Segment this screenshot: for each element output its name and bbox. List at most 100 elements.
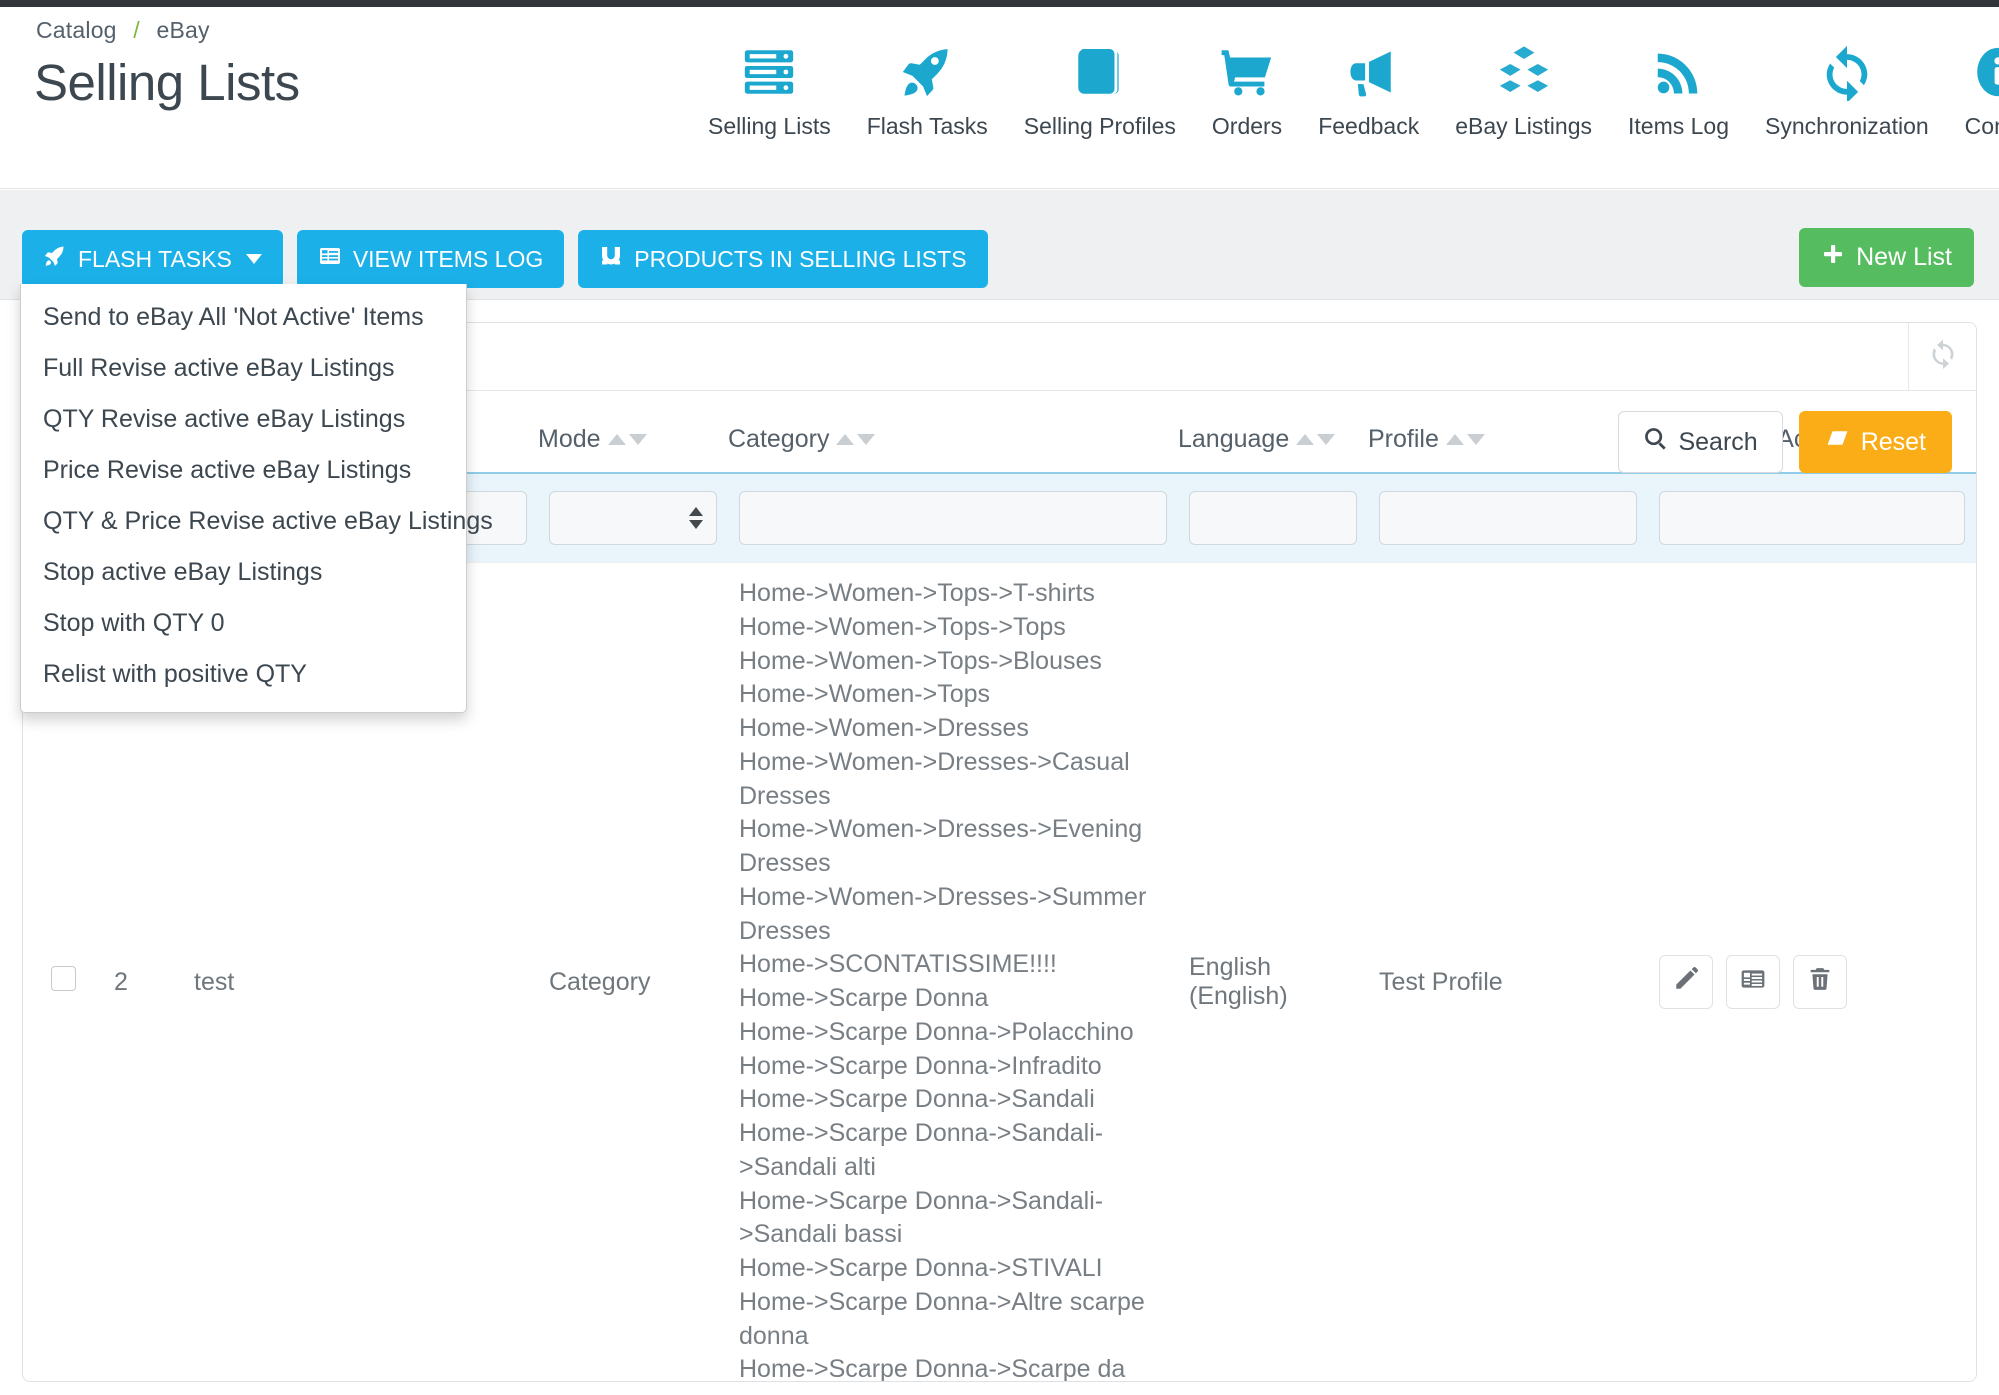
category-path: Home->Scarpe Donna->Infradito (739, 1051, 1102, 1080)
filter-category-input[interactable] (739, 491, 1167, 545)
info-circle-icon (1969, 37, 1999, 107)
breadcrumb-current[interactable]: eBay (156, 17, 209, 43)
category-path: Home->Women->Tops (739, 680, 991, 709)
nav-item-selling-profiles[interactable]: Selling Profiles (1006, 37, 1194, 140)
list-items-icon (1740, 966, 1766, 999)
menu-item-qty-price-revise[interactable]: QTY & Price Revise active eBay Listings (21, 496, 493, 547)
products-in-selling-lists-label: PRODUCTS IN SELLING LISTS (634, 245, 967, 272)
category-path: Home->Scarpe Donna->Sandali (739, 1085, 1095, 1114)
menu-item-full-revise[interactable]: Full Revise active eBay Listings (21, 343, 466, 394)
breadcrumb-separator: / (133, 17, 140, 43)
book-icon (1071, 37, 1129, 107)
category-path: Home->Scarpe Donna->Scarpe da (739, 1355, 1126, 1382)
menu-item-stop-with-qty-0[interactable]: Stop with QTY 0 (21, 598, 466, 649)
view-items-log-button[interactable]: VIEW ITEMS LOG (296, 230, 565, 288)
category-paths: Home->Women->Tops->T-shirts Home->Women-… (739, 577, 1167, 1382)
sort-arrows-icon[interactable] (836, 434, 876, 445)
column-header-profile[interactable]: Profile (1368, 391, 1648, 473)
nav-label: eBay Listings (1455, 113, 1593, 139)
category-path: Home->Scarpe Donna->Polacchino (739, 1017, 1134, 1046)
nav-item-orders[interactable]: Orders (1194, 37, 1300, 140)
filter-mode-select[interactable] (549, 491, 717, 545)
reset-label: Reset (1860, 427, 1926, 456)
nav-label: Synchronization (1765, 113, 1929, 139)
column-header-language[interactable]: Language (1178, 391, 1368, 473)
filter-language-input[interactable] (1189, 491, 1357, 545)
sort-arrows-icon[interactable] (1296, 434, 1336, 445)
reset-button[interactable]: Reset (1798, 411, 1952, 473)
column-label: Category (728, 425, 830, 453)
server-list-icon (740, 37, 798, 107)
nav-label: Selling Lists (708, 113, 831, 139)
flash-tasks-button[interactable]: FLASH TASKS (22, 230, 283, 288)
eraser-icon (1825, 426, 1850, 458)
refresh-button[interactable] (1908, 323, 1976, 390)
rss-icon (1650, 37, 1708, 107)
nav-item-config[interactable]: Config (1947, 37, 1999, 140)
sync-icon (1818, 37, 1876, 107)
row-language: English (English) (1189, 953, 1288, 1010)
breadcrumb: Catalog / eBay (36, 17, 210, 44)
nav-label: Config (1964, 113, 1999, 139)
category-path: Home->Women->Dresses->Casual Dresses (739, 747, 1130, 810)
main-navigation: Selling Lists Flash Tasks Selling Profil… (690, 37, 1999, 140)
new-list-button[interactable]: New List (1799, 228, 1974, 287)
category-path: Home->Scarpe Donna (739, 984, 989, 1012)
rocket-icon (898, 37, 956, 107)
view-row-items-button[interactable] (1726, 955, 1780, 1009)
page-title: Selling Lists (34, 54, 300, 111)
row-checkbox[interactable] (50, 966, 76, 991)
column-label: Profile (1368, 425, 1439, 453)
page-header: Catalog / eBay Selling Lists Selling Lis… (0, 7, 1999, 189)
products-in-selling-lists-button[interactable]: PRODUCTS IN SELLING LISTS (578, 230, 988, 288)
chevron-down-icon (245, 254, 262, 264)
list-icon (318, 244, 342, 274)
search-actions: Search Reset (1618, 411, 1952, 473)
filter-cell-profile (1368, 472, 1648, 563)
nav-item-ebay-listings[interactable]: eBay Listings (1437, 37, 1610, 140)
category-path: Home->Women->Tops->Blouses (739, 646, 1102, 675)
row-mode: Category (549, 967, 651, 996)
column-label: Mode (538, 425, 601, 453)
nav-item-selling-lists[interactable]: Selling Lists (690, 37, 849, 140)
category-path: Home->Women->Tops->Tops (739, 612, 1066, 641)
search-button[interactable]: Search (1618, 411, 1783, 473)
row-category-list: Home->Women->Tops->T-shirts Home->Women-… (728, 563, 1178, 1382)
new-list-label: New List (1856, 243, 1952, 271)
delete-icon (1807, 966, 1833, 999)
menu-item-send-to-ebay-not-active[interactable]: Send to eBay All 'Not Active' Items (21, 292, 466, 343)
category-path: Home->Scarpe Donna->Altre scarpe donna (739, 1287, 1145, 1350)
plus-icon (1821, 242, 1845, 273)
magnet-icon (599, 244, 623, 274)
delete-row-button[interactable] (1793, 955, 1847, 1009)
menu-item-stop-active[interactable]: Stop active eBay Listings (21, 547, 466, 598)
sort-arrows-icon[interactable] (1445, 434, 1485, 445)
category-path: Home->SCONTATISSIME!!!! (739, 950, 1057, 979)
nav-label: Flash Tasks (866, 113, 988, 139)
filter-cell-action (1648, 472, 1976, 563)
sort-arrows-icon[interactable] (607, 434, 647, 445)
flash-tasks-label: FLASH TASKS (78, 245, 232, 272)
column-header-category[interactable]: Category (728, 391, 1178, 473)
menu-item-qty-revise[interactable]: QTY Revise active eBay Listings (21, 394, 466, 445)
row-actions (1648, 563, 1976, 1382)
category-path: Home->Scarpe Donna->Sandali->Sandali bas… (739, 1186, 1104, 1249)
menu-item-price-revise[interactable]: Price Revise active eBay Listings (21, 445, 466, 496)
nav-item-synchronization[interactable]: Synchronization (1747, 37, 1947, 140)
search-label: Search (1678, 427, 1758, 456)
edit-row-button[interactable] (1659, 955, 1713, 1009)
filter-cell-language (1178, 472, 1368, 563)
toolbar-right-group: New List (1799, 228, 1974, 287)
menu-item-relist-positive-qty[interactable]: Relist with positive QTY (21, 649, 466, 700)
toolbar-left-group: FLASH TASKS VIEW ITEMS LOG PRODUCTS IN S… (22, 230, 988, 288)
nav-label: Selling Profiles (1023, 113, 1176, 139)
category-path: Home->Women->Dresses->Evening Dresses (739, 815, 1143, 877)
column-header-mode[interactable]: Mode (538, 391, 728, 473)
filter-action-input[interactable] (1659, 491, 1965, 545)
filter-profile-input[interactable] (1379, 491, 1637, 545)
nav-item-items-log[interactable]: Items Log (1610, 37, 1747, 140)
breadcrumb-root[interactable]: Catalog (36, 17, 117, 43)
column-label: Language (1178, 425, 1290, 453)
nav-item-feedback[interactable]: Feedback (1300, 37, 1437, 140)
nav-item-flash-tasks[interactable]: Flash Tasks (849, 37, 1006, 140)
